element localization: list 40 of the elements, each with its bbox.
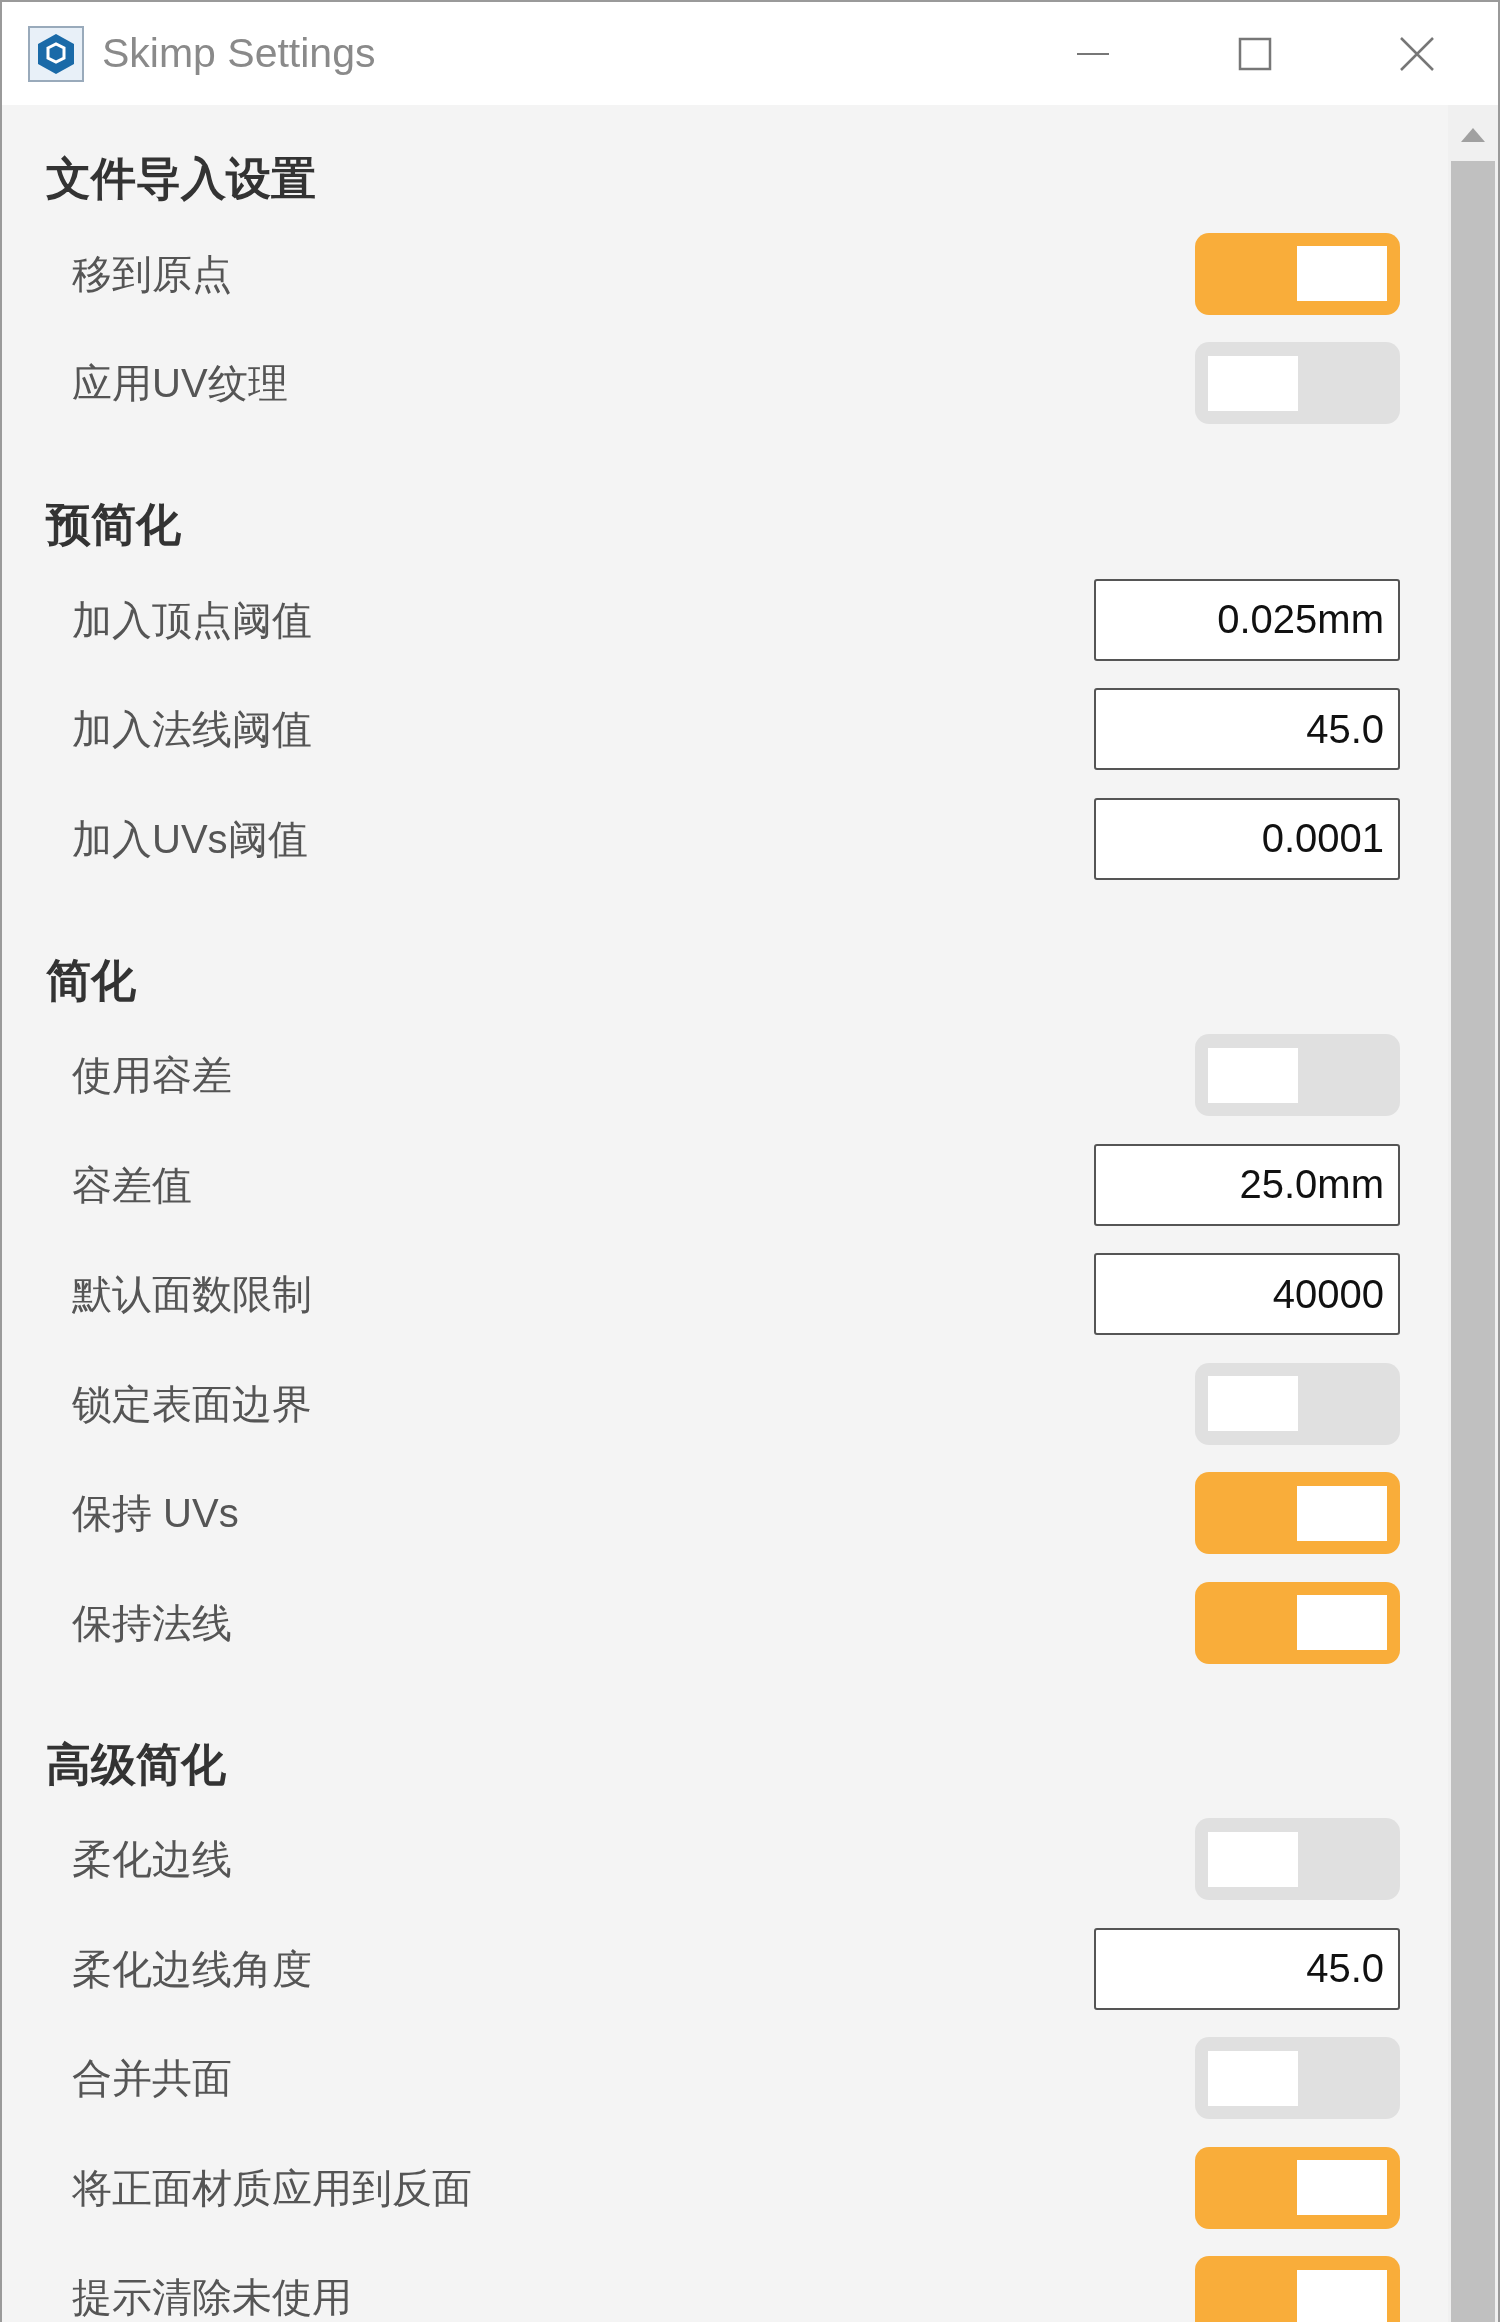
window-title: Skimp Settings [102, 30, 377, 77]
setting-label: 将正面材质应用到反面 [72, 2167, 473, 2208]
app-icon [28, 25, 84, 82]
setting-label: 柔化边线 [72, 1839, 233, 1880]
setting-label: 移到原点 [72, 253, 233, 294]
input-field[interactable]: 0.0001 [1094, 797, 1400, 880]
setting-label: 容差值 [72, 1164, 193, 1205]
section-heading: 预简化 [46, 498, 182, 552]
input-field[interactable]: 0.025mm [1094, 578, 1400, 661]
setting-label: 使用容差 [72, 1055, 233, 1096]
setting-label: 提示清除未使用 [72, 2277, 353, 2318]
scrollbar[interactable] [1448, 105, 1498, 2322]
setting-label: 加入顶点阈值 [72, 599, 313, 640]
scroll-up-icon[interactable] [1460, 127, 1486, 143]
toggle-switch[interactable] [1195, 232, 1400, 315]
section-heading: 简化 [46, 953, 137, 1008]
toggle-switch[interactable] [1195, 2037, 1400, 2120]
setting-label: 保持 UVs [72, 1493, 240, 1534]
input-field[interactable]: 25.0mm [1094, 1143, 1400, 1226]
setting-label: 默认面数限制 [72, 1274, 313, 1315]
toggle-switch[interactable] [1195, 2256, 1400, 2322]
toggle-switch[interactable] [1195, 1818, 1400, 1901]
toggle-switch[interactable] [1195, 1472, 1400, 1555]
toggle-switch[interactable] [1195, 1034, 1400, 1117]
setting-label: 合并共面 [72, 2058, 233, 2099]
toggle-switch[interactable] [1195, 1581, 1400, 1664]
toggle-switch[interactable] [1195, 342, 1400, 425]
section-heading: 高级简化 [46, 1737, 227, 1792]
input-field[interactable]: 45.0 [1094, 1927, 1400, 2010]
setting-label: 保持法线 [72, 1602, 233, 1643]
toggle-switch[interactable] [1195, 2146, 1400, 2229]
setting-label: 锁定表面边界 [72, 1383, 313, 1424]
section-heading: 文件导入设置 [46, 152, 317, 206]
setting-label: 柔化边线角度 [72, 1948, 313, 1989]
input-field[interactable]: 40000 [1094, 1253, 1400, 1336]
setting-label: 应用UV纹理 [72, 363, 289, 404]
setting-label: 加入UVs阈值 [72, 818, 309, 859]
toggle-switch[interactable] [1195, 1362, 1400, 1445]
setting-label: 加入法线阈值 [72, 709, 313, 750]
input-field[interactable]: 45.0 [1094, 688, 1400, 771]
